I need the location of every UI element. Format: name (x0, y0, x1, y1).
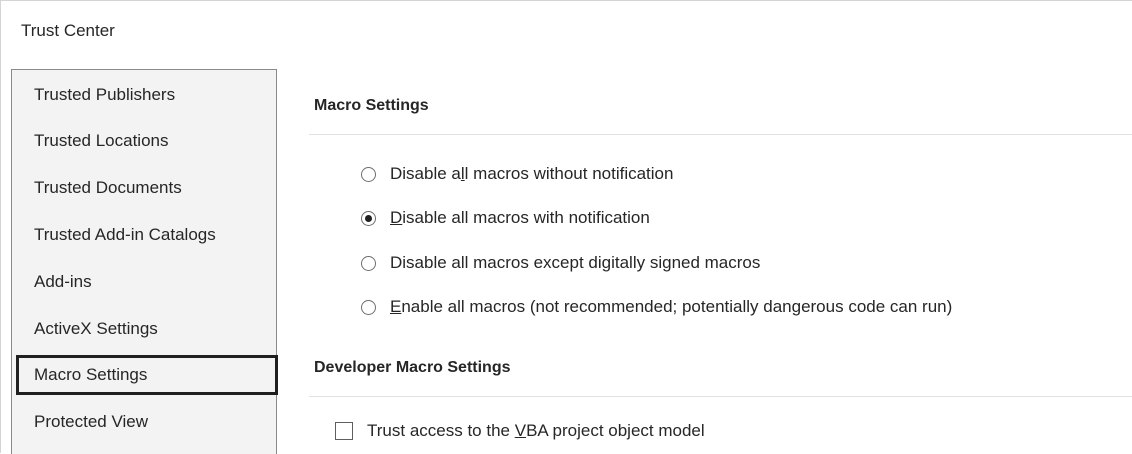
trust-vba-access-option[interactable]: Trust access to the VBA project object m… (335, 419, 705, 443)
option-disable-with-notification[interactable]: Disable all macros with notification (361, 205, 650, 231)
section-divider (309, 396, 1132, 397)
option-label: Disable all macros with notification (390, 208, 650, 227)
sidebar-item-add-ins[interactable]: Add-ins (16, 263, 278, 303)
sidebar-item-macro-settings[interactable]: Macro Settings (16, 355, 278, 395)
sidebar-item-activex-settings[interactable]: ActiveX Settings (16, 310, 278, 350)
sidebar-item-trusted-publishers[interactable]: Trusted Publishers (16, 76, 278, 116)
sidebar-item-trusted-add-in-catalogs[interactable]: Trusted Add-in Catalogs (16, 216, 278, 256)
option-disable-except-signed[interactable]: Disable all macros except digitally sign… (361, 250, 760, 276)
sidebar-item-trusted-locations[interactable]: Trusted Locations (16, 122, 278, 162)
window-title: Trust Center (21, 21, 115, 40)
sidebar-nav: Trusted Publishers Trusted Locations Tru… (11, 69, 278, 454)
radio-button[interactable] (361, 166, 376, 182)
option-enable-all-macros[interactable]: Enable all macros (not recommended; pote… (361, 294, 952, 320)
developer-macro-settings-heading: Developer Macro Settings (314, 359, 511, 376)
section-divider (309, 134, 1132, 135)
option-label: Trust access to the VBA project object m… (367, 421, 705, 440)
radio-button-selected[interactable] (361, 210, 376, 226)
option-label: Disable all macros without notification (390, 164, 674, 183)
radio-button[interactable] (361, 299, 376, 315)
trust-center-window: Trust Center Trusted Publishers Trusted … (0, 0, 1132, 454)
option-label: Enable all macros (not recommended; pote… (390, 297, 953, 316)
option-disable-without-notification[interactable]: Disable all macros without notification (361, 161, 673, 187)
sidebar-item-trusted-documents[interactable]: Trusted Documents (16, 169, 278, 209)
sidebar-item-protected-view[interactable]: Protected View (16, 403, 278, 443)
macro-settings-heading: Macro Settings (314, 97, 429, 114)
checkbox[interactable] (335, 422, 353, 440)
option-label: Disable all macros except digitally sign… (390, 253, 761, 272)
radio-button[interactable] (361, 255, 376, 271)
